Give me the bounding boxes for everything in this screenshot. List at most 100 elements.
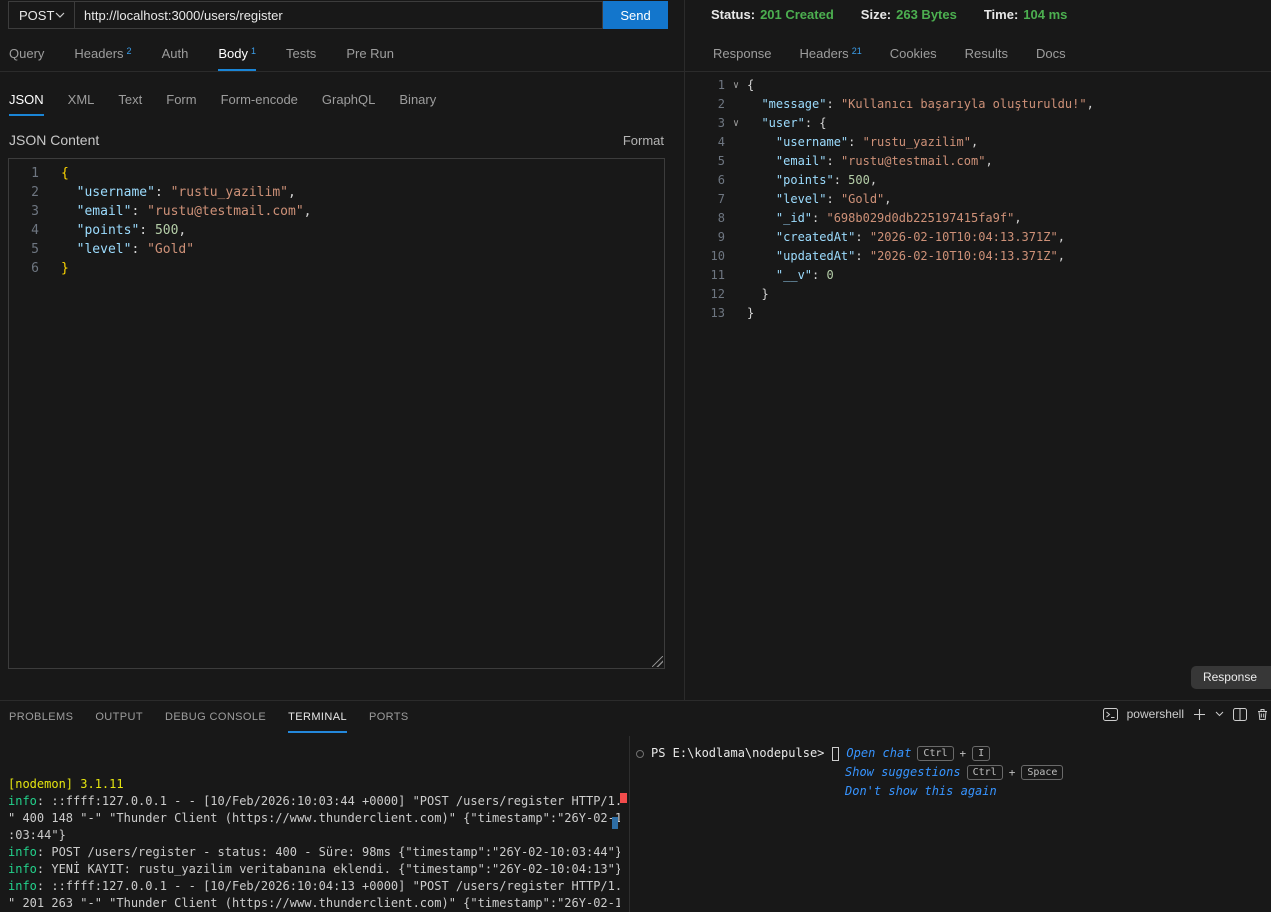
body-tab-json[interactable]: JSON <box>9 88 44 116</box>
request-tab-pre-run[interactable]: Pre Run <box>346 42 394 71</box>
code-line: 12 } <box>685 285 1094 304</box>
suggestion-show-suggestions[interactable]: Show suggestionsCtrl+Space <box>845 763 1271 782</box>
time-value: 104 ms <box>1023 7 1067 22</box>
request-tab-body[interactable]: Body1 <box>218 42 256 71</box>
response-tab-response[interactable]: Response <box>713 42 772 71</box>
chevron-down-icon <box>55 12 65 18</box>
terminal-log-pane[interactable]: [nodemon] 3.1.11info: ::ffff:127.0.0.1 -… <box>0 736 620 912</box>
time-pair: Time:104 ms <box>984 7 1068 22</box>
size-label: Size: <box>861 7 891 22</box>
chevron-spacer <box>725 152 747 171</box>
terminal-line: :03:44"} <box>8 827 620 844</box>
kill-terminal-trash-icon[interactable] <box>1256 708 1269 721</box>
line-number: 12 <box>685 285 725 304</box>
response-body-viewer[interactable]: 1∨{2 "message": "Kullanıcı başarıyla olu… <box>685 76 1094 323</box>
line-number: 7 <box>685 190 725 209</box>
body-tab-xml[interactable]: XML <box>68 88 95 116</box>
terminal-line: info: ::ffff:127.0.0.1 - - [10/Feb/2026:… <box>8 878 620 895</box>
response-tab-docs[interactable]: Docs <box>1036 42 1066 71</box>
code-line: 6} <box>9 259 664 278</box>
overview-info-mark <box>612 817 618 829</box>
vscode-window: POST Send Query Headers2 Auth Body1 Tests Pre… <box>0 0 1271 912</box>
line-number: 8 <box>685 209 725 228</box>
request-tab-tests[interactable]: Tests <box>286 42 316 71</box>
line-number: 9 <box>685 228 725 247</box>
ghost-suggestion-text[interactable]: Open chat <box>846 744 911 763</box>
request-tab-headers[interactable]: Headers2 <box>74 42 131 71</box>
code-line: 11 "__v": 0 <box>685 266 1094 285</box>
key-plus-separator: + <box>1009 763 1016 782</box>
response-scroll-pill[interactable]: Response <box>1191 666 1271 689</box>
terminal-dropdown-chevron-icon[interactable] <box>1215 711 1224 717</box>
request-tab-auth[interactable]: Auth <box>162 42 189 71</box>
status-value: 201 Created <box>760 7 834 22</box>
line-number: 4 <box>685 133 725 152</box>
code-line: 2 "username": "rustu_yazilim", <box>9 183 664 202</box>
code-line: 1∨{ <box>685 76 1094 95</box>
url-input[interactable] <box>75 1 603 29</box>
line-number: 2 <box>9 183 39 202</box>
body-tab-form[interactable]: Form <box>166 88 196 116</box>
response-tab-cookies[interactable]: Cookies <box>890 42 937 71</box>
collapse-chevron-icon[interactable]: ∨ <box>725 76 747 95</box>
ghost-suggestion-text[interactable]: Show suggestions <box>845 763 961 782</box>
code-line: 5 "level": "Gold" <box>9 240 664 259</box>
code-line: 6 "points": 500, <box>685 171 1094 190</box>
line-number: 3 <box>9 202 39 221</box>
format-link[interactable]: Format <box>623 133 664 148</box>
line-number: 5 <box>9 240 39 259</box>
terminal-area: [nodemon] 3.1.11info: ::ffff:127.0.0.1 -… <box>0 736 1271 912</box>
chevron-spacer <box>725 247 747 266</box>
request-tab-query[interactable]: Query <box>9 42 44 71</box>
line-number: 6 <box>9 259 39 278</box>
code-line: 10 "updatedAt": "2026-02-10T10:04:13.371… <box>685 247 1094 266</box>
terminal-line: info: YENİ KAYIT: rustu_yazilim veritaba… <box>8 861 620 878</box>
editor-header: JSON Content Format <box>9 132 664 148</box>
json-body-editor[interactable]: 1{2 "username": "rustu_yazilim",3 "email… <box>8 158 665 669</box>
suggestion-open-chat[interactable]: Open chatCtrl+I <box>846 744 990 763</box>
powershell-pane[interactable]: PS E:\kodlama\nodepulse> Open chatCtrl+I… <box>629 736 1271 912</box>
panel-tab-debug-console[interactable]: DEBUG CONSOLE <box>165 701 266 733</box>
key-plus-separator: + <box>960 744 967 763</box>
code-line: 5 "email": "rustu@testmail.com", <box>685 152 1094 171</box>
collapse-chevron-icon[interactable]: ∨ <box>725 114 747 133</box>
suggestion-dont-show-again[interactable]: Don't show this again <box>845 782 1271 801</box>
terminal-line: [nodemon] 3.1.11 <box>8 776 620 793</box>
bottom-panel: PROBLEMS OUTPUT DEBUG CONSOLE TERMINAL PORTS… <box>0 700 1271 912</box>
request-panel: POST Send Query Headers2 Auth Body1 Tests Pre… <box>0 0 684 700</box>
line-number: 5 <box>685 152 725 171</box>
panel-tab-problems[interactable]: PROBLEMS <box>9 701 73 733</box>
line-number: 10 <box>685 247 725 266</box>
body-tab-binary[interactable]: Binary <box>399 88 436 116</box>
terminal-line: " 201 263 "-" "Thunder Client (https://w… <box>8 895 620 912</box>
shell-label[interactable]: powershell <box>1127 707 1184 721</box>
chevron-spacer <box>725 228 747 247</box>
response-tab-results[interactable]: Results <box>965 42 1008 71</box>
panel-tab-ports[interactable]: PORTS <box>369 701 409 733</box>
panel-tab-output[interactable]: OUTPUT <box>95 701 143 733</box>
key-badge: Ctrl <box>967 765 1003 780</box>
chevron-spacer <box>725 171 747 190</box>
method-select[interactable]: POST <box>8 1 75 29</box>
line-number: 1 <box>685 76 725 95</box>
panel-tab-terminal[interactable]: TERMINAL <box>288 701 347 733</box>
chevron-spacer <box>725 304 747 323</box>
size-value: 263 Bytes <box>896 7 957 22</box>
new-terminal-icon[interactable] <box>1193 708 1206 721</box>
body-tab-form-encode[interactable]: Form-encode <box>221 88 298 116</box>
response-panel: Status:201 Created Size:263 Bytes Time:1… <box>684 0 1271 700</box>
terminal-line: info: ::ffff:127.0.0.1 - - [10/Feb/2026:… <box>8 793 620 810</box>
body-tab-text[interactable]: Text <box>118 88 142 116</box>
chevron-spacer <box>725 95 747 114</box>
ghost-suggestion-text[interactable]: Don't show this again <box>845 782 997 801</box>
send-button[interactable]: Send <box>603 1 668 29</box>
url-row: POST Send <box>8 1 668 29</box>
body-tab-graphql[interactable]: GraphQL <box>322 88 375 116</box>
chevron-spacer <box>725 285 747 304</box>
key-badge: I <box>972 746 990 761</box>
resize-handle[interactable] <box>652 656 663 667</box>
response-tab-headers[interactable]: Headers21 <box>800 42 862 71</box>
code-line: 3∨ "user": { <box>685 114 1094 133</box>
split-terminal-icon[interactable] <box>1233 708 1247 721</box>
line-number: 13 <box>685 304 725 323</box>
